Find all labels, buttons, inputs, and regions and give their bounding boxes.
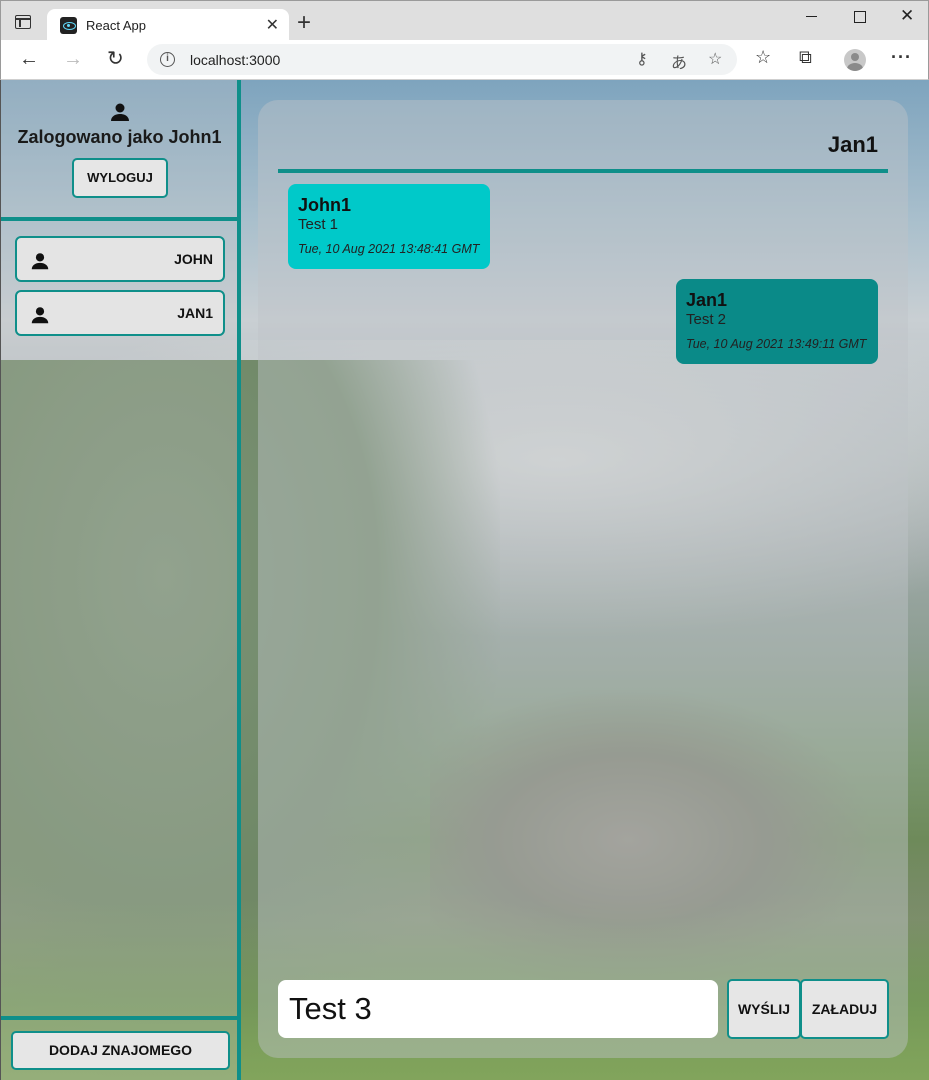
browser-titlebar: React App ✕ + ✕ [0, 0, 929, 42]
logout-button[interactable]: WYLOGUJ [72, 158, 168, 198]
maximize-icon[interactable] [836, 1, 884, 31]
current-user-person-icon [111, 103, 129, 121]
sidebar: Zalogowano jako John1 WYLOGUJ JOHN JAN1 … [0, 80, 240, 1080]
message-timestamp: Tue, 10 Aug 2021 13:48:41 GMT [298, 242, 480, 256]
address-bar-row: ← → ↻ i localhost:3000 ⚷ あ ☆ ☆ ⧉ ··· [0, 40, 929, 80]
chat-panel: Jan1 John1 Test 1 Tue, 10 Aug 2021 13:48… [258, 100, 908, 1058]
send-button[interactable]: WYŚLIJ [727, 979, 801, 1039]
app-viewport: Zalogowano jako John1 WYLOGUJ JOHN JAN1 … [0, 80, 929, 1080]
message-bubble-outgoing: Jan1 Test 2 Tue, 10 Aug 2021 13:49:11 GM… [676, 279, 878, 364]
tab-title: React App [86, 18, 146, 33]
read-aloud-icon[interactable]: あ [671, 49, 687, 73]
more-menu-icon[interactable]: ··· [891, 47, 912, 68]
tab-actions-icon[interactable] [15, 15, 31, 29]
react-favicon-icon [60, 17, 77, 34]
add-favorite-icon[interactable]: ☆ [708, 49, 722, 69]
chat-header-divider [278, 169, 888, 173]
forward-arrow-icon[interactable]: → [63, 48, 83, 70]
message-bubble-incoming: John1 Test 1 Tue, 10 Aug 2021 13:48:41 G… [288, 184, 490, 269]
message-author: Jan1 [686, 290, 728, 310]
favorites-icon[interactable]: ☆ [755, 47, 771, 68]
message-text: Test 2 [686, 311, 727, 328]
profile-avatar-icon[interactable] [844, 49, 866, 71]
tab-close-icon[interactable]: ✕ [266, 15, 279, 35]
load-button[interactable]: ZAŁADUJ [800, 979, 889, 1039]
logged-in-label: Zalogowano jako John1 [17, 127, 222, 147]
friend-item-john[interactable]: JOHN [15, 236, 225, 282]
message-input[interactable] [278, 980, 718, 1038]
current-user-panel: Zalogowano jako John1 WYLOGUJ [1, 80, 238, 218]
site-info-icon[interactable]: i [160, 52, 175, 67]
person-icon [31, 253, 49, 270]
sidebar-vertical-divider [237, 80, 241, 1080]
back-arrow-icon[interactable]: ← [19, 48, 39, 70]
friend-label: JOHN [174, 251, 213, 267]
person-icon [31, 307, 49, 324]
sidebar-bottom-divider [1, 1016, 239, 1020]
friend-item-jan1[interactable]: JAN1 [15, 290, 225, 336]
chat-partner-title: Jan1 [827, 132, 878, 157]
collections-icon[interactable]: ⧉ [799, 47, 812, 68]
sidebar-divider [1, 217, 239, 221]
window-close-icon: ✕ [900, 6, 915, 25]
reload-icon[interactable]: ↻ [107, 48, 124, 70]
key-icon[interactable]: ⚷ [636, 49, 648, 69]
url-text[interactable]: localhost:3000 [190, 52, 280, 68]
friend-label: JAN1 [177, 305, 213, 321]
browser-tab[interactable]: React App ✕ [47, 9, 289, 42]
add-friend-button[interactable]: DODAJ ZNAJOMEGO [11, 1031, 230, 1070]
message-timestamp: Tue, 10 Aug 2021 13:49:11 GMT [686, 337, 867, 351]
new-tab-icon[interactable]: + [297, 11, 311, 35]
message-text: Test 1 [298, 216, 339, 233]
url-bar[interactable]: i localhost:3000 ⚷ あ ☆ [147, 44, 737, 75]
minimize-icon[interactable] [788, 1, 836, 31]
message-author: John1 [298, 195, 352, 215]
window-close-button[interactable]: ✕ [883, 1, 929, 31]
